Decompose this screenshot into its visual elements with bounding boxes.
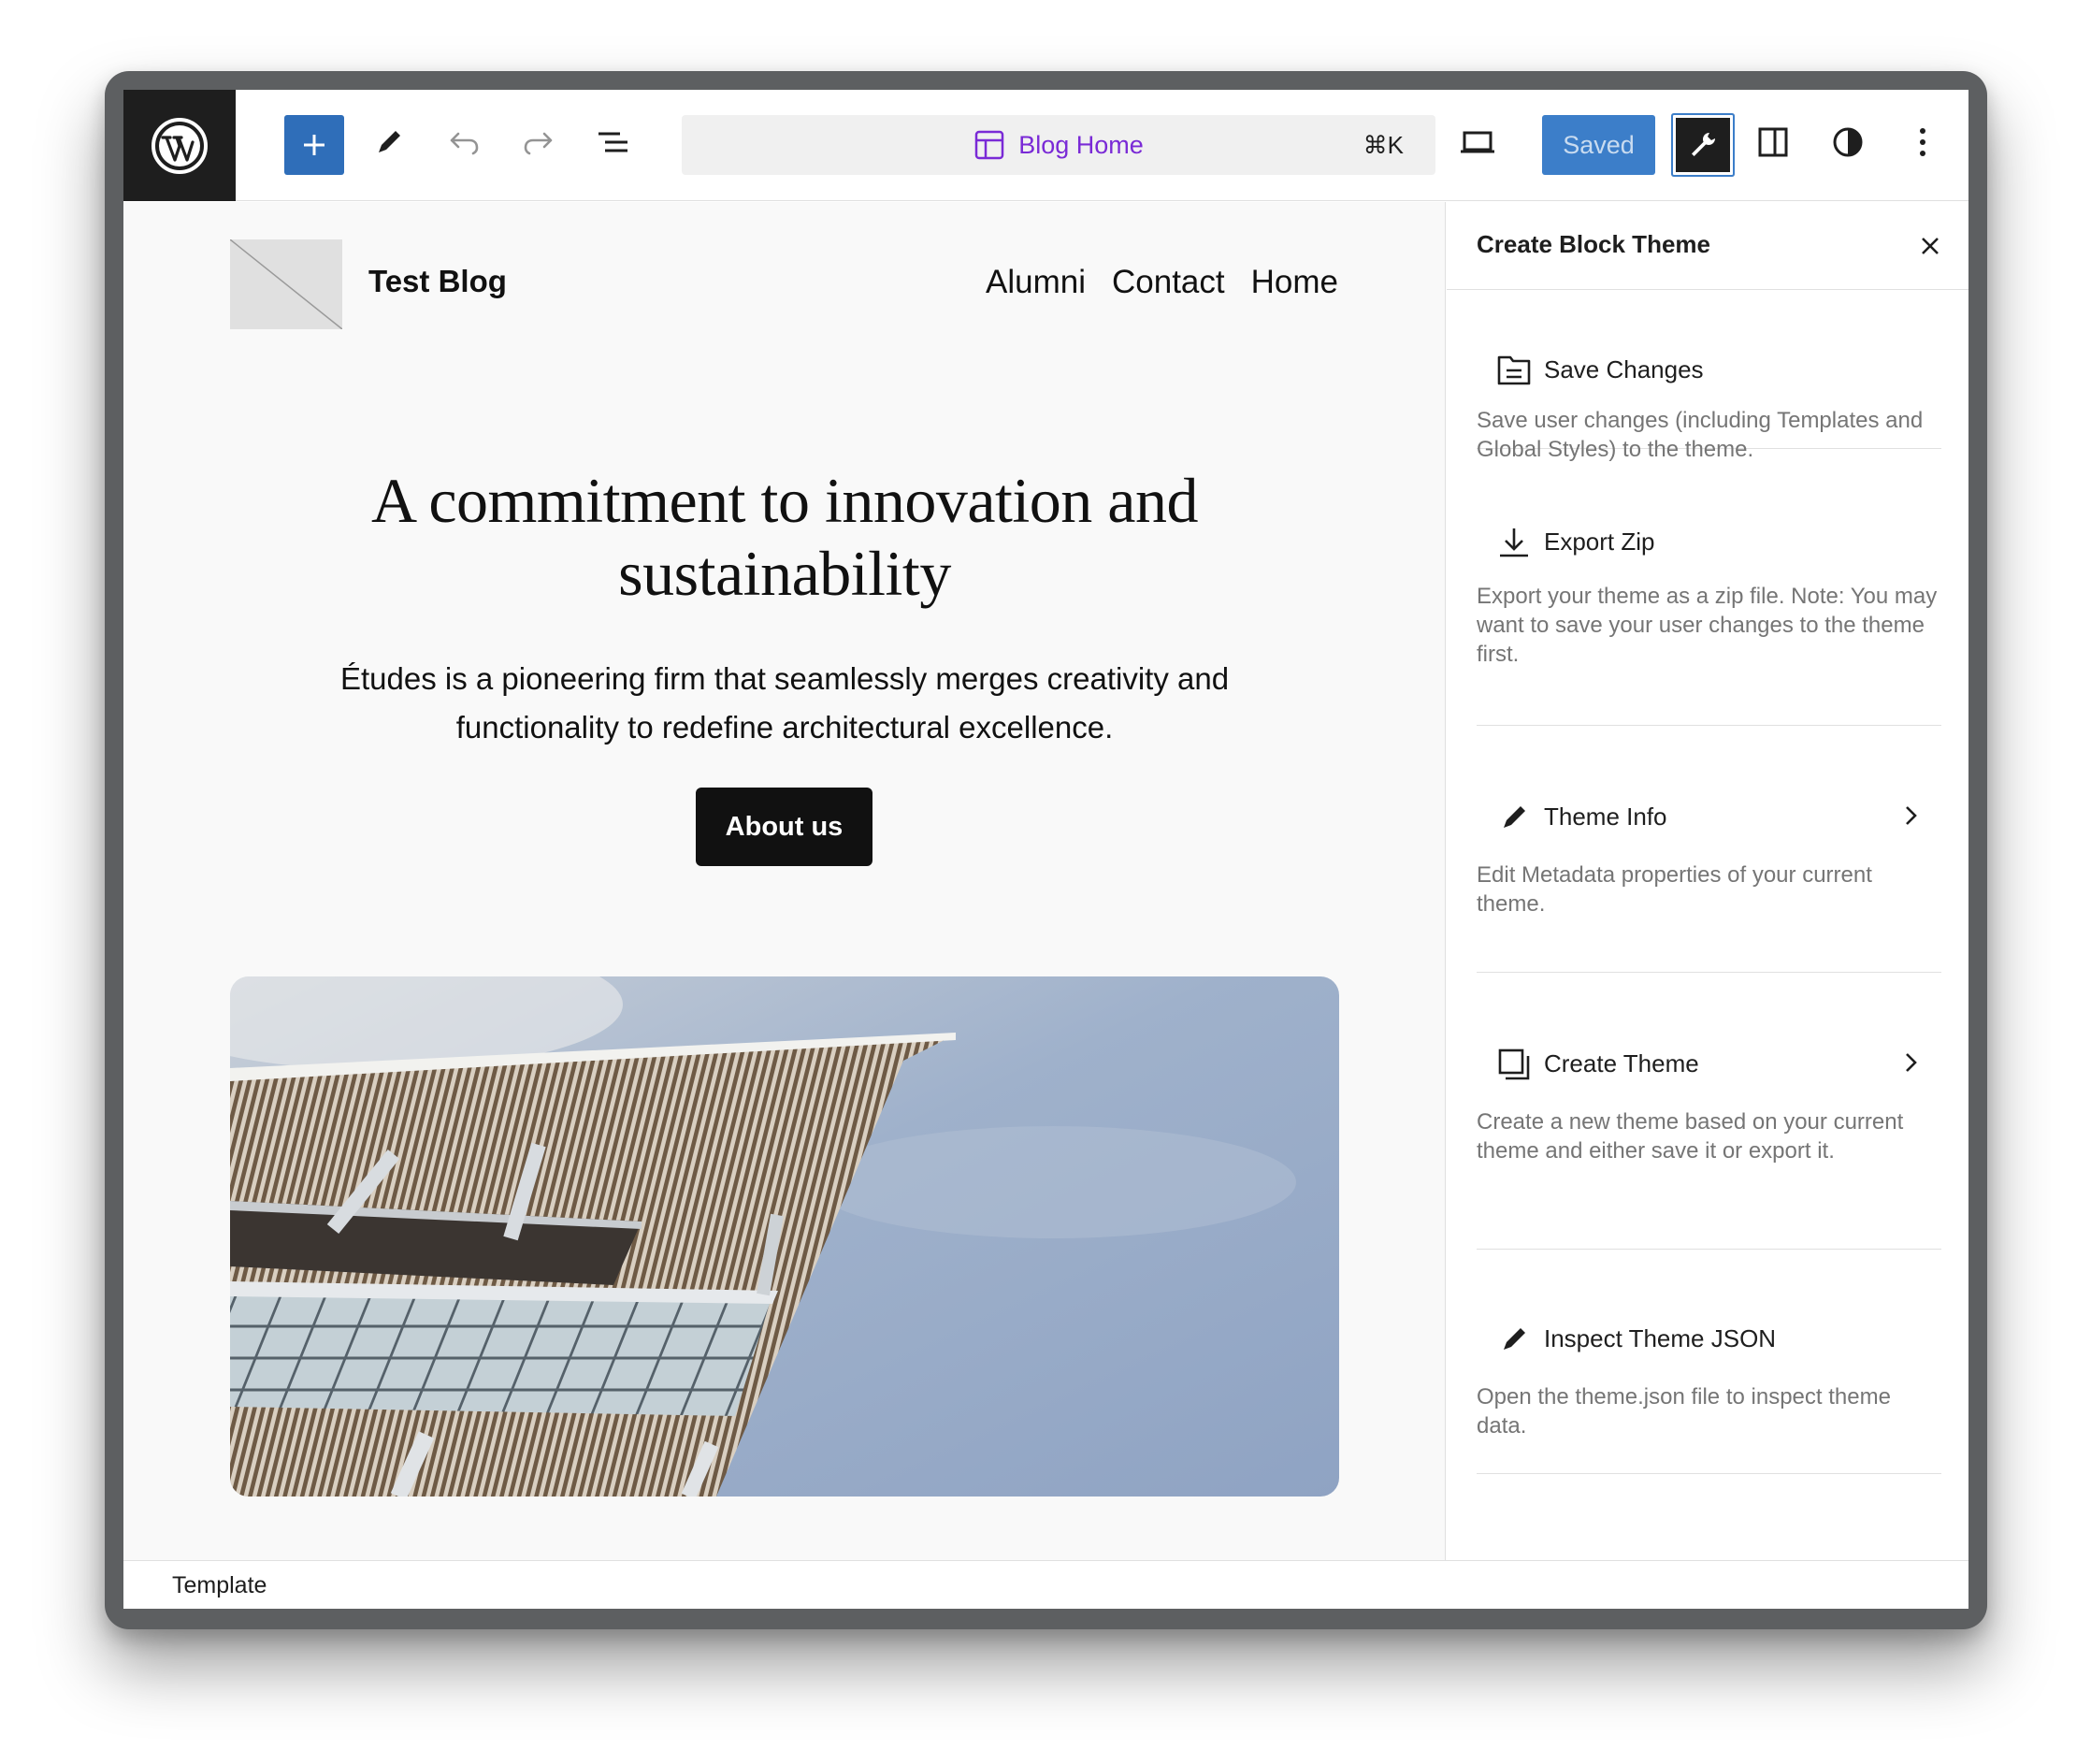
export-zip-label: Export Zip	[1544, 528, 1655, 556]
editor-screen: Blog Home ⌘K Saved Test Blog Alumni Cont…	[123, 90, 1968, 1609]
theme-info-button[interactable]: Theme Info	[1477, 786, 1941, 846]
plus-icon	[304, 135, 324, 155]
copy-icon	[1495, 1046, 1533, 1083]
theme-info-label: Theme Info	[1544, 802, 1667, 831]
hero-paragraph[interactable]: Études is a pioneering firm that seamles…	[277, 655, 1292, 752]
styles-button[interactable]	[1818, 112, 1878, 172]
nav-link-home[interactable]: Home	[1251, 264, 1338, 301]
document-title-text: Blog Home	[1018, 130, 1144, 159]
pencil-icon	[379, 131, 400, 152]
nav-link-contact[interactable]: Contact	[1112, 264, 1225, 301]
wordpress-icon	[151, 117, 208, 174]
export-zip-button[interactable]: Export Zip	[1477, 511, 1941, 571]
inspect-theme-json-description: Open the theme.json file to inspect them…	[1477, 1384, 1891, 1439]
command-palette-bar[interactable]: Blog Home ⌘K	[682, 115, 1435, 175]
theme-info-description: Edit Metadata properties of your current…	[1477, 862, 1872, 917]
document-title: Blog Home	[682, 115, 1435, 175]
desktop-icon	[1461, 131, 1494, 153]
contrast-icon	[1833, 127, 1863, 157]
document-icon	[1495, 352, 1533, 389]
list-view-button[interactable]	[584, 112, 643, 172]
wrench-icon	[1692, 133, 1715, 156]
list-view-icon	[598, 132, 627, 152]
breadcrumb-template[interactable]: Template	[172, 1572, 267, 1599]
close-sidebar-button[interactable]	[1914, 230, 1946, 262]
keyboard-shortcut: ⌘K	[1363, 130, 1404, 159]
undo-button[interactable]	[434, 112, 494, 172]
add-block-button[interactable]	[284, 115, 344, 175]
building-photo	[230, 976, 1339, 1497]
pencil-icon	[1495, 799, 1533, 836]
settings-sidebar-button[interactable]	[1743, 112, 1803, 172]
placeholder-image-icon	[230, 239, 342, 329]
export-zip-description: Export your theme as a zip file. Note: Y…	[1477, 584, 1938, 667]
site-title[interactable]: Test Blog	[368, 264, 507, 299]
editor-footer: Template	[123, 1560, 1968, 1609]
inspect-theme-json-button[interactable]: Inspect Theme JSON	[1477, 1308, 1941, 1367]
redo-icon	[524, 132, 553, 155]
sidebar-title: Create Block Theme	[1477, 230, 1710, 258]
save-changes-section: Save Changes Save user changes (includin…	[1477, 290, 1941, 462]
more-vertical-icon	[1920, 128, 1925, 156]
export-zip-section: Export Zip Export your theme as a zip fi…	[1477, 449, 1941, 726]
chevron-right-icon	[1896, 801, 1925, 831]
download-icon	[1495, 524, 1533, 561]
window-frame: Blog Home ⌘K Saved Test Blog Alumni Cont…	[105, 71, 1987, 1629]
create-theme-label: Create Theme	[1544, 1049, 1699, 1077]
sidebar-icon	[1758, 127, 1788, 157]
nav-link-alumni[interactable]: Alumni	[986, 264, 1086, 301]
hero-building-image[interactable]	[230, 976, 1339, 1497]
site-logo-placeholder[interactable]	[230, 239, 342, 329]
close-icon	[1922, 238, 1939, 254]
about-us-button[interactable]: About us	[696, 788, 872, 866]
sidebar-header: Create Block Theme	[1447, 202, 1968, 290]
inspect-theme-json-label: Inspect Theme JSON	[1544, 1324, 1777, 1352]
wordpress-logo-button[interactable]	[123, 90, 236, 201]
chevron-right-icon	[1896, 1048, 1925, 1077]
preview-device-button[interactable]	[1448, 112, 1507, 172]
hero-heading[interactable]: A commitment to innovation and sustainab…	[230, 464, 1339, 610]
create-theme-description: Create a new theme based on your current…	[1477, 1109, 1904, 1164]
pencil-icon	[1495, 1321, 1533, 1358]
template-icon	[974, 130, 1004, 160]
editor-toolbar: Blog Home ⌘K Saved	[123, 90, 1968, 201]
editor-canvas: Test Blog Alumni Contact Home A commitme…	[123, 202, 1446, 1560]
options-button[interactable]	[1893, 112, 1953, 172]
create-theme-button[interactable]: Create Theme	[1477, 1033, 1941, 1092]
theme-info-section: Theme Info Edit Metadata properties of y…	[1477, 726, 1941, 973]
create-block-theme-sidebar: Create Block Theme Save Changes Save use…	[1447, 202, 1968, 1560]
save-changes-button[interactable]: Save Changes	[1477, 339, 1941, 398]
redo-button[interactable]	[509, 112, 569, 172]
create-theme-section: Create Theme Create a new theme based on…	[1477, 973, 1941, 1250]
save-changes-label: Save Changes	[1544, 355, 1704, 383]
create-block-theme-button[interactable]	[1671, 113, 1735, 177]
site-navigation: Alumni Contact Home	[986, 264, 1338, 301]
saved-button[interactable]: Saved	[1542, 115, 1655, 175]
inspect-theme-json-section: Inspect Theme JSON Open the theme.json f…	[1477, 1250, 1941, 1474]
undo-icon	[450, 132, 479, 155]
tools-button[interactable]	[359, 112, 419, 172]
